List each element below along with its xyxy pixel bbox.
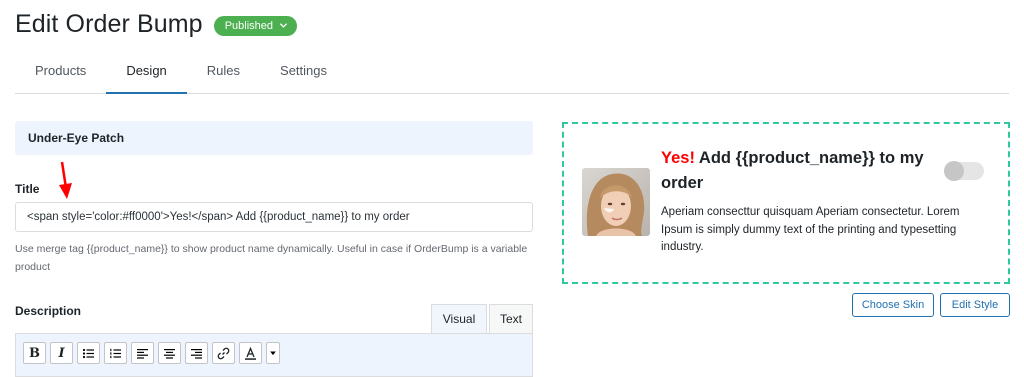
status-dropdown[interactable]: Published	[213, 15, 298, 36]
order-bump-preview: Yes! Add {{product_name}} to my order Ap…	[562, 122, 1010, 284]
preview-title: Yes! Add {{product_name}} to my order	[661, 146, 936, 196]
title-help-text: Use merge tag {{product_name}} to show p…	[15, 243, 528, 273]
product-name-box: Under-Eye Patch	[15, 121, 533, 155]
title-label: Title	[15, 182, 40, 196]
align-right-icon[interactable]	[185, 342, 208, 364]
tab-visual[interactable]: Visual	[431, 304, 487, 333]
bullet-list-icon[interactable]	[77, 342, 100, 364]
tab-settings[interactable]: Settings	[260, 50, 347, 94]
status-label: Published	[224, 19, 274, 32]
preview-title-rest: Add {{product_name}} to my order	[661, 149, 924, 192]
chevron-down-icon	[279, 23, 288, 28]
editor-toolbar: B I	[15, 333, 533, 377]
page-header: Edit Order Bump Published	[15, 10, 298, 39]
product-image	[582, 168, 650, 236]
tab-products[interactable]: Products	[15, 50, 106, 94]
dropdown-arrow-icon[interactable]	[266, 342, 280, 364]
align-center-icon[interactable]	[158, 342, 181, 364]
text-color-icon[interactable]	[239, 342, 262, 364]
title-input[interactable]	[15, 202, 533, 232]
preview-description: Aperiam consecttur quisquam Aperiam cons…	[661, 206, 960, 253]
description-label: Description	[15, 304, 82, 318]
tab-design[interactable]: Design	[106, 50, 187, 94]
choose-skin-button[interactable]: Choose Skin	[852, 293, 934, 317]
italic-icon[interactable]: I	[50, 342, 73, 364]
tab-text[interactable]: Text	[489, 304, 533, 333]
edit-style-button[interactable]: Edit Style	[940, 293, 1010, 317]
preview-title-highlight: Yes!	[661, 149, 695, 167]
tab-rules[interactable]: Rules	[187, 50, 260, 94]
toggle-knob	[944, 161, 964, 181]
red-arrow-annotation	[59, 161, 72, 199]
page-title: Edit Order Bump	[15, 10, 203, 38]
numbered-list-icon[interactable]	[104, 342, 127, 364]
link-icon[interactable]	[212, 342, 235, 364]
tab-bar: Products Design Rules Settings	[15, 50, 1009, 94]
align-left-icon[interactable]	[131, 342, 154, 364]
add-to-order-toggle[interactable]	[944, 161, 984, 181]
bold-icon[interactable]: B	[23, 342, 46, 364]
